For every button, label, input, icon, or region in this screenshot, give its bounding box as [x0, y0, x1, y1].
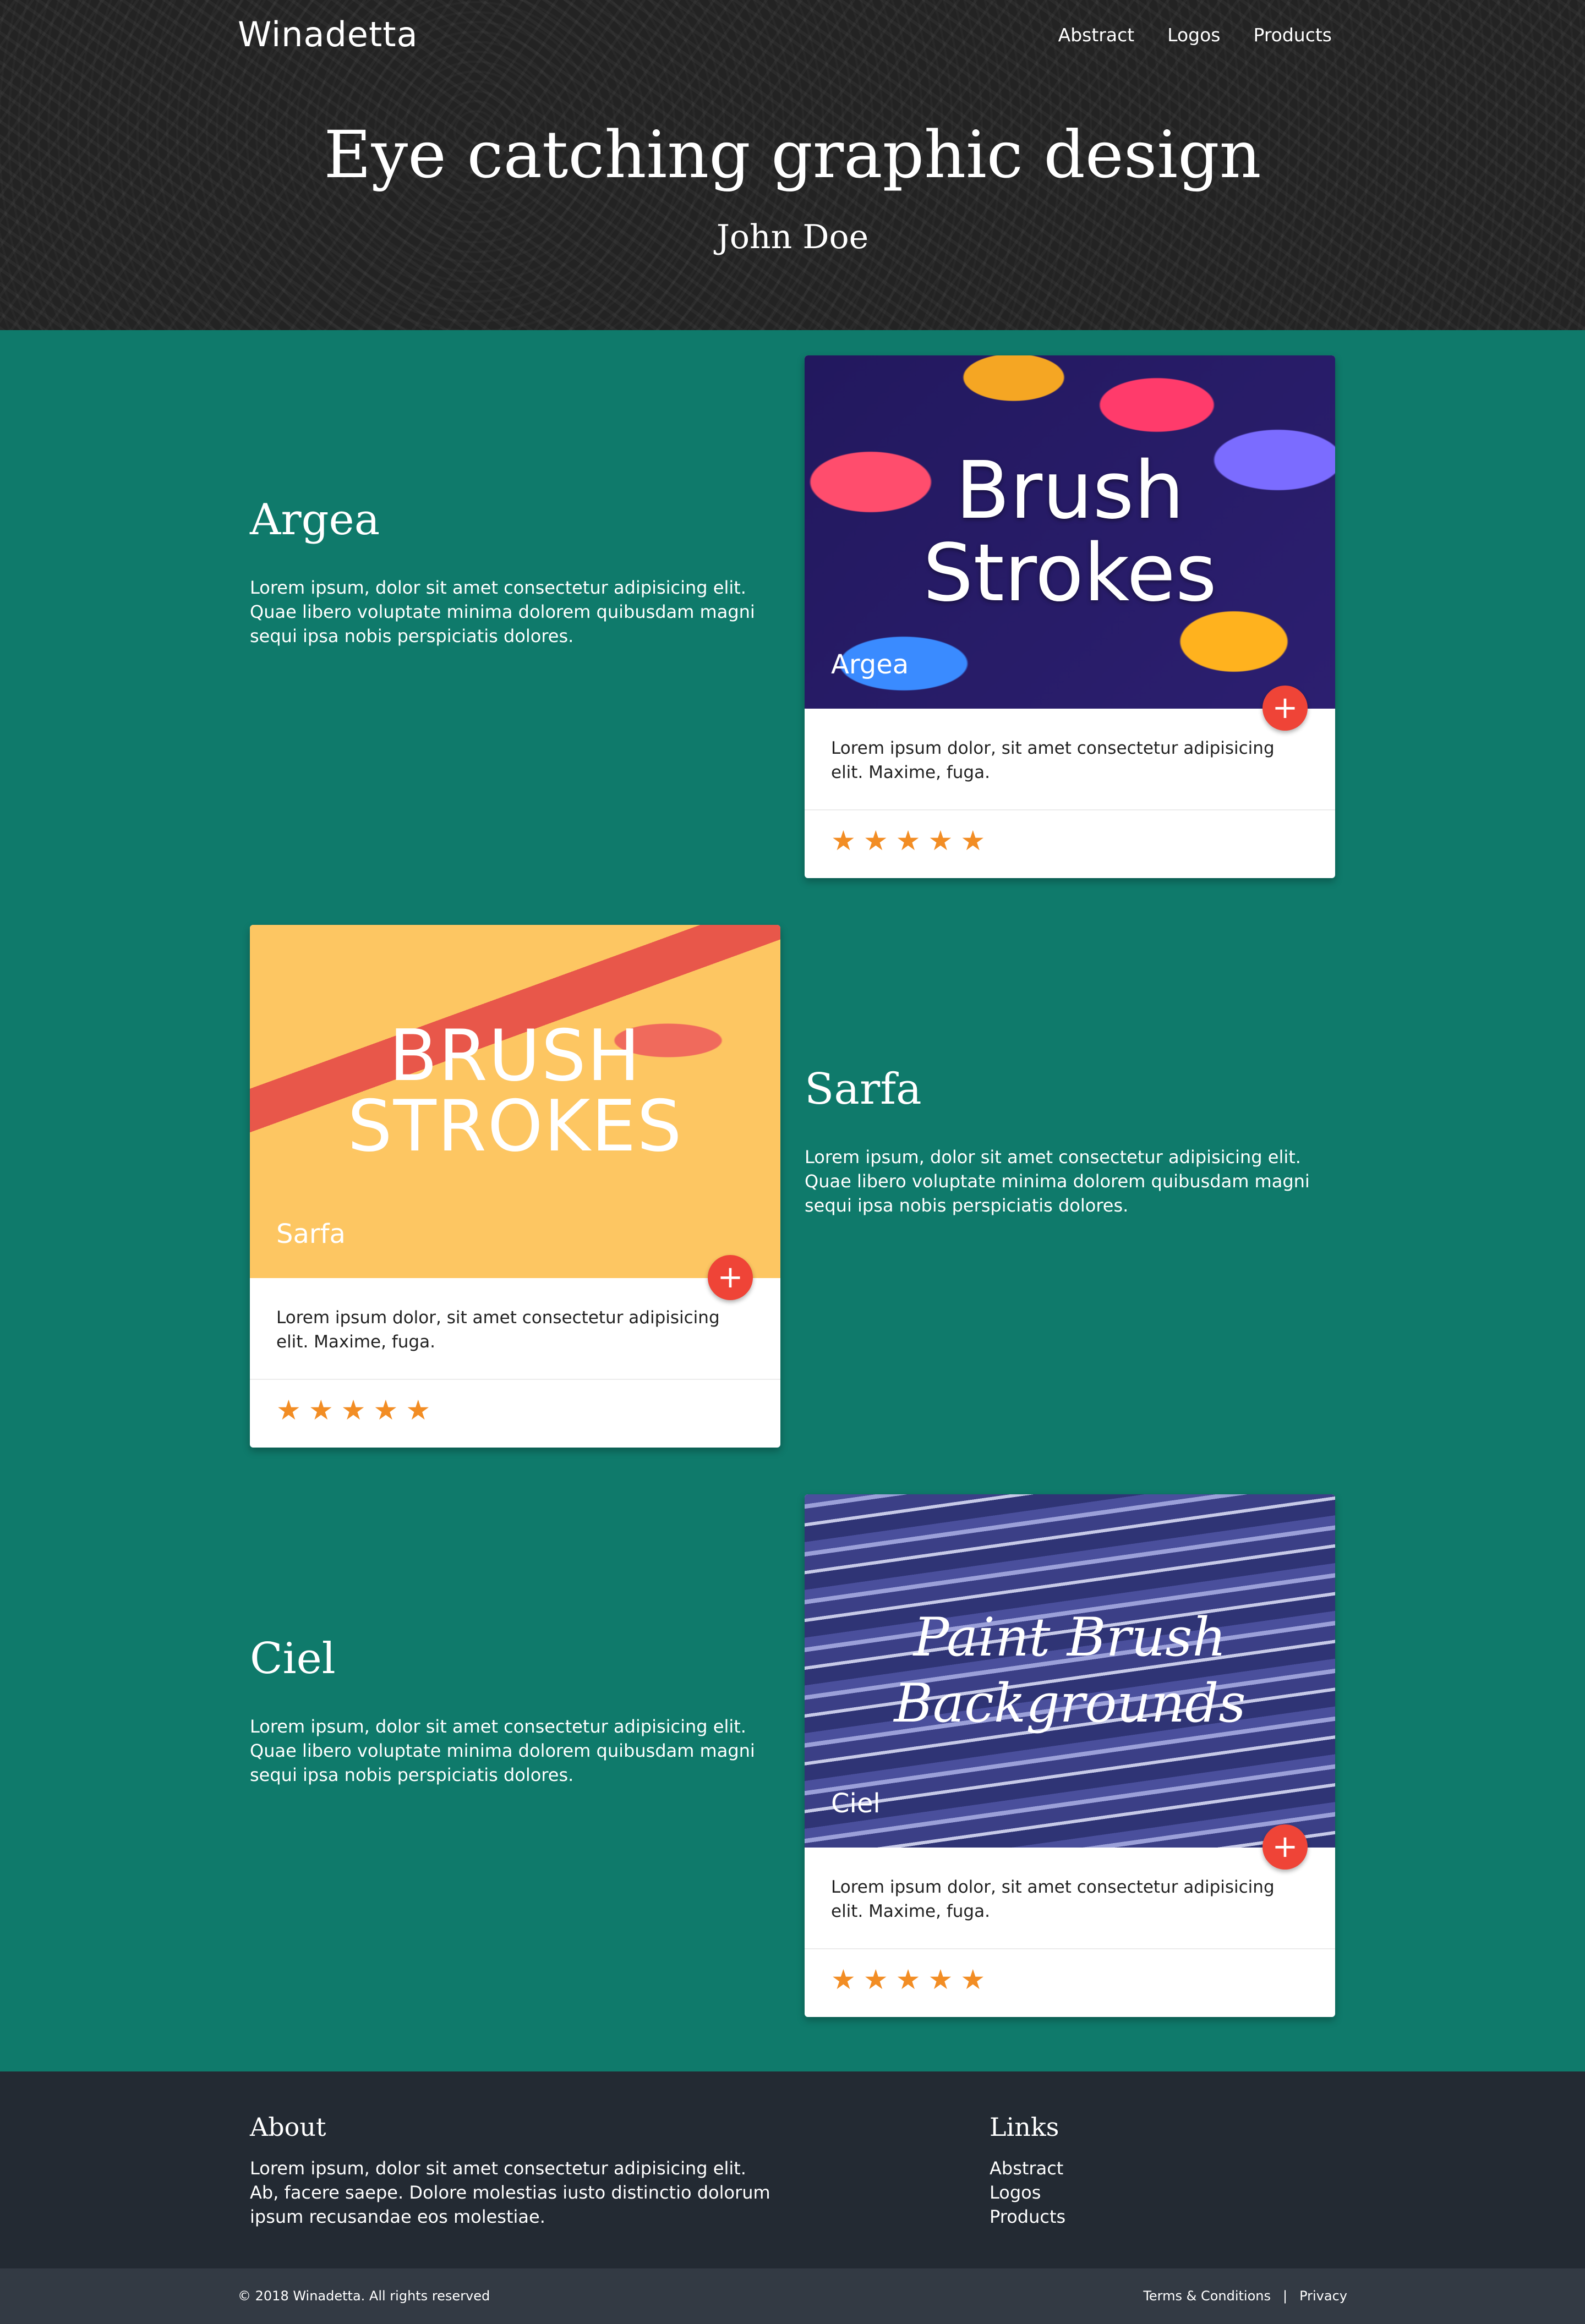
- section-argea-text: Argea Lorem ipsum, dolor sit amet consec…: [250, 495, 778, 648]
- star-rating: ★ ★ ★ ★ ★: [805, 1949, 1335, 2010]
- footer-about: About Lorem ipsum, dolor sit amet consec…: [250, 2112, 778, 2229]
- star-icon: ★: [863, 825, 888, 857]
- privacy-link[interactable]: Privacy: [1299, 2288, 1347, 2304]
- card-image: Paint Brush Backgrounds Ciel: [805, 1494, 1335, 1848]
- card-body-text: Lorem ipsum dolor, sit amet consectetur …: [250, 1278, 780, 1380]
- terms-link[interactable]: Terms & Conditions: [1143, 2288, 1271, 2304]
- star-icon: ★: [895, 825, 921, 857]
- section-title: Argea: [250, 495, 380, 545]
- site-footer: About Lorem ipsum, dolor sit amet consec…: [0, 2071, 1585, 2268]
- footer-link-logos[interactable]: Logos: [990, 2180, 1065, 2205]
- star-icon: ★: [960, 1964, 986, 1996]
- add-button[interactable]: +: [708, 1255, 753, 1300]
- section-description: Lorem ipsum, dolor sit amet consectetur …: [250, 577, 755, 646]
- footer-about-title: About: [250, 2112, 326, 2142]
- section-title: Sarfa: [805, 1065, 922, 1114]
- nav-link-abstract[interactable]: Abstract: [1058, 24, 1135, 46]
- main-nav: Abstract Logos Products: [1058, 24, 1332, 46]
- footer-link-products[interactable]: Products: [990, 2205, 1065, 2229]
- card-image-caption: Ciel: [831, 1788, 881, 1819]
- legal-links: Terms & Conditions | Privacy: [1143, 2288, 1347, 2304]
- legal-separator: |: [1283, 2288, 1288, 2304]
- add-button[interactable]: +: [1262, 1824, 1308, 1870]
- section-title: Ciel: [250, 1634, 336, 1684]
- section-sarfa-text: Sarfa Lorem ipsum, dolor sit amet consec…: [805, 1065, 1333, 1218]
- nav-link-products[interactable]: Products: [1254, 24, 1332, 46]
- section-ciel-text: Ciel Lorem ipsum, dolor sit amet consect…: [250, 1634, 778, 1787]
- copyright-text: © 2018 Winadetta. All rights reserved: [238, 2288, 490, 2304]
- card-body-text: Lorem ipsum dolor, sit amet consectetur …: [805, 1848, 1335, 1949]
- card-image-caption: Argea: [831, 649, 909, 680]
- hero-title: Eye catching graphic design: [324, 117, 1261, 193]
- star-icon: ★: [276, 1394, 301, 1426]
- section-description: Lorem ipsum, dolor sit amet consectetur …: [805, 1147, 1310, 1216]
- card-image-title: BRUSH STROKES: [347, 1015, 683, 1168]
- star-rating: ★ ★ ★ ★ ★: [805, 810, 1335, 871]
- card-image-caption: Sarfa: [276, 1219, 346, 1249]
- star-icon: ★: [406, 1394, 431, 1426]
- nav-link-logos[interactable]: Logos: [1167, 24, 1220, 46]
- footer-link-abstract[interactable]: Abstract: [990, 2156, 1065, 2180]
- star-icon: ★: [895, 1964, 921, 1996]
- brand-logo[interactable]: Winadetta: [238, 14, 418, 54]
- card-sarfa[interactable]: BRUSH STROKES Sarfa + Lorem ipsum dolor,…: [250, 925, 780, 1448]
- star-icon: ★: [928, 1964, 953, 1996]
- star-icon: ★: [341, 1394, 366, 1426]
- main-content: Argea Lorem ipsum, dolor sit amet consec…: [0, 330, 1585, 2071]
- star-icon: ★: [831, 1964, 856, 1996]
- hero-subtitle: John Doe: [716, 218, 869, 256]
- star-icon: ★: [863, 1964, 888, 1996]
- card-image-title: Brush Strokes: [923, 444, 1217, 619]
- add-button[interactable]: +: [1262, 686, 1308, 731]
- plus-icon: +: [1272, 690, 1298, 726]
- star-rating: ★ ★ ★ ★ ★: [250, 1380, 780, 1440]
- star-icon: ★: [831, 825, 856, 857]
- card-image-title: Paint Brush Backgrounds: [894, 1607, 1246, 1734]
- card-ciel[interactable]: Paint Brush Backgrounds Ciel + Lorem ips…: [805, 1494, 1335, 2017]
- footer-about-text: Lorem ipsum, dolor sit amet consectetur …: [250, 2158, 770, 2227]
- bottom-bar: © 2018 Winadetta. All rights reserved Te…: [0, 2268, 1585, 2324]
- card-image: BRUSH STROKES Sarfa: [250, 925, 780, 1278]
- hero-header: Winadetta Abstract Logos Products Eye ca…: [0, 0, 1585, 330]
- star-icon: ★: [308, 1394, 334, 1426]
- star-icon: ★: [960, 825, 986, 857]
- footer-links-title: Links: [990, 2112, 1059, 2142]
- card-body-text: Lorem ipsum dolor, sit amet consectetur …: [805, 709, 1335, 810]
- footer-links: Links Abstract Logos Products: [990, 2112, 1065, 2229]
- star-icon: ★: [373, 1394, 398, 1426]
- star-icon: ★: [928, 825, 953, 857]
- plus-icon: +: [717, 1259, 744, 1295]
- section-description: Lorem ipsum, dolor sit amet consectetur …: [250, 1716, 755, 1785]
- card-argea[interactable]: Brush Strokes Argea + Lorem ipsum dolor,…: [805, 355, 1335, 878]
- card-image: Brush Strokes Argea: [805, 355, 1335, 709]
- plus-icon: +: [1272, 1829, 1298, 1865]
